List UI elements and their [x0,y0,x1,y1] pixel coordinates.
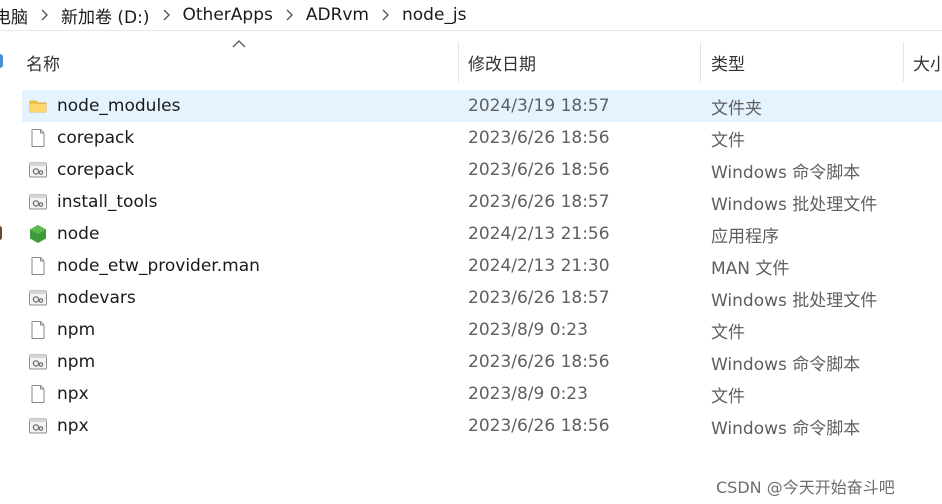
column-divider[interactable] [903,42,904,82]
file-date: 2024/2/13 21:30 [468,256,610,276]
address-bar-divider [0,30,942,31]
file-type: Windows 批处理文件 [711,290,878,311]
file-row[interactable]: node 2024/2/13 21:56 应用程序 [22,218,942,250]
blank-file-icon [28,128,48,148]
file-row[interactable]: node_modules 2024/3/19 18:57 文件夹 [22,90,942,122]
script-file-icon [28,352,48,372]
chevron-right-icon[interactable] [32,9,57,21]
file-type: 文件 [711,322,745,343]
file-row[interactable]: nodevars 2023/6/26 18:57 Windows 批处理文件 [22,282,942,314]
blank-file-icon [28,256,48,276]
sort-ascending-icon [232,40,246,48]
breadcrumb-item-adrvm[interactable]: ADRvm [302,5,373,25]
breadcrumb-item-current[interactable]: node_js [398,5,471,25]
file-date: 2023/6/26 18:56 [468,352,610,372]
file-date: 2024/2/13 21:56 [468,224,610,244]
file-type: 文件 [711,130,745,151]
file-row[interactable]: npx 2023/6/26 18:56 Windows 命令脚本 [22,410,942,442]
file-type: MAN 文件 [711,258,790,279]
script-file-icon [28,416,48,436]
file-row[interactable]: npm 2023/8/9 0:23 文件 [22,314,942,346]
file-name: node_modules [57,96,181,116]
file-name: install_tools [57,192,158,212]
breadcrumb: 电脑 新加卷 (D:) OtherApps ADRvm node_js [0,0,942,30]
file-date: 2023/8/9 0:23 [468,384,588,404]
file-date: 2023/6/26 18:56 [468,416,610,436]
file-date: 2023/6/26 18:57 [468,192,610,212]
file-row[interactable]: install_tools 2023/6/26 18:57 Windows 批处… [22,186,942,218]
chevron-right-icon[interactable] [373,9,398,21]
watermark: CSDN @今天开始奋斗吧 [716,478,895,497]
file-name: npx [57,416,89,436]
file-name: npm [57,320,96,340]
nav-pane-edge [0,54,3,68]
file-name: node_etw_provider.man [57,256,260,276]
nav-pane-edge [0,226,2,240]
breadcrumb-item-drive[interactable]: 新加卷 (D:) [57,3,154,28]
script-file-icon [28,160,48,180]
file-type: Windows 命令脚本 [711,418,861,439]
file-name: node [57,224,100,244]
column-header-date[interactable]: 修改日期 [468,49,688,75]
file-name: npm [57,352,96,372]
file-date: 2023/6/26 18:57 [468,288,610,308]
file-date: 2023/6/26 18:56 [468,128,610,148]
file-type: 文件夹 [711,98,762,119]
breadcrumb-item-otherapps[interactable]: OtherApps [179,5,277,25]
breadcrumb-item-pc[interactable]: 电脑 [0,3,32,28]
script-file-icon [28,192,48,212]
chevron-right-icon[interactable] [277,9,302,21]
file-date: 2023/6/26 18:56 [468,160,610,180]
file-name: corepack [57,128,135,148]
column-header-type[interactable]: 类型 [711,49,891,75]
file-row[interactable]: node_etw_provider.man 2024/2/13 21:30 MA… [22,250,942,282]
file-date: 2024/3/19 18:57 [468,96,610,116]
file-type: Windows 批处理文件 [711,194,878,215]
file-type: 文件 [711,386,745,407]
script-file-icon [28,288,48,308]
column-divider[interactable] [700,42,701,82]
file-type: Windows 命令脚本 [711,162,861,183]
column-header-size[interactable]: 大小 [913,49,942,75]
file-name: nodevars [57,288,136,308]
column-divider[interactable] [458,42,459,82]
nodejs-icon [28,224,48,244]
blank-file-icon [28,320,48,340]
file-row[interactable]: corepack 2023/6/26 18:56 文件 [22,122,942,154]
blank-file-icon [28,384,48,404]
file-row[interactable]: npm 2023/6/26 18:56 Windows 命令脚本 [22,346,942,378]
file-row[interactable]: corepack 2023/6/26 18:56 Windows 命令脚本 [22,154,942,186]
file-name: npx [57,384,89,404]
file-type: Windows 命令脚本 [711,354,861,375]
folder-icon [28,96,48,116]
file-date: 2023/8/9 0:23 [468,320,588,340]
file-row[interactable]: npx 2023/8/9 0:23 文件 [22,378,942,410]
file-name: corepack [57,160,135,180]
file-type: 应用程序 [711,226,779,247]
column-header-name[interactable]: 名称 [26,49,426,75]
chevron-right-icon[interactable] [154,9,179,21]
